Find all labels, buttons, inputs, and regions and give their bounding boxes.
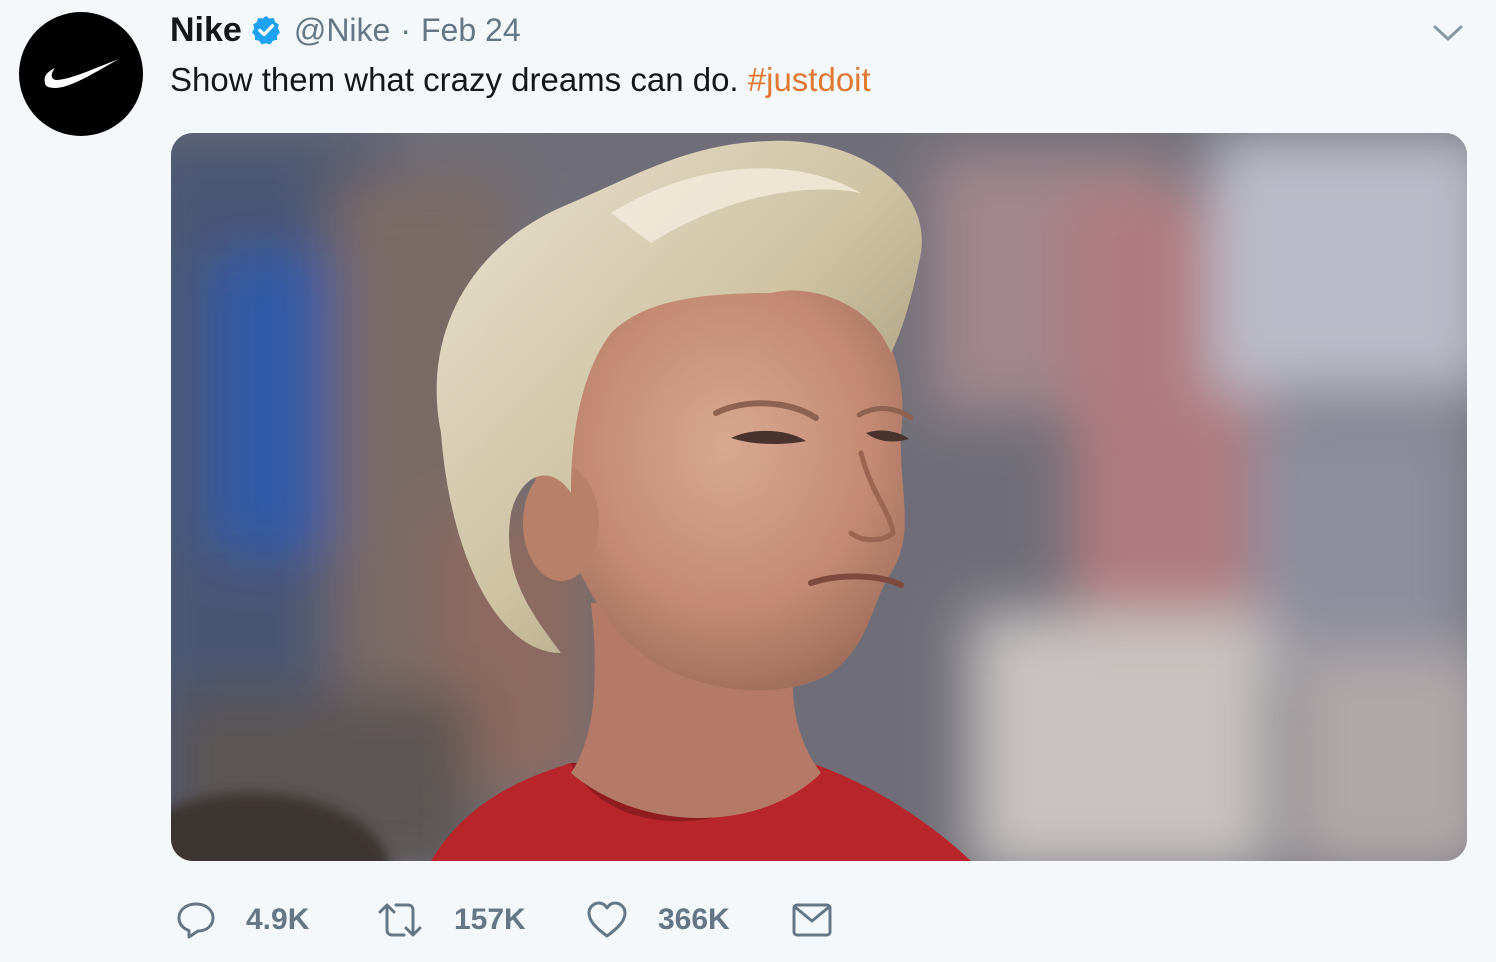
athlete-photo <box>171 133 1467 861</box>
tweet-actions: 4.9K 157K 366K <box>176 896 833 944</box>
tweet-timestamp[interactable]: Feb 24 <box>421 12 521 49</box>
tweet-card: Nike @Nike · Feb 24 Show them what crazy… <box>0 0 1496 962</box>
like-count: 366K <box>658 903 730 936</box>
retweet-icon <box>378 903 422 937</box>
hashtag-link[interactable]: #justdoit <box>748 61 871 98</box>
chevron-down-icon <box>1433 25 1463 41</box>
envelope-icon <box>792 903 832 937</box>
reply-icon <box>177 902 215 939</box>
reply-count: 4.9K <box>246 903 310 936</box>
retweet-button[interactable]: 157K <box>376 900 586 940</box>
tweet-menu-button[interactable] <box>1430 18 1466 48</box>
tweet-body: Show them what crazy dreams can do. <box>170 61 748 98</box>
reply-button[interactable]: 4.9K <box>176 900 376 940</box>
heart-icon <box>587 901 627 938</box>
direct-message-button[interactable] <box>791 902 833 938</box>
like-button[interactable]: 366K <box>586 900 791 940</box>
nike-swoosh-icon <box>44 59 119 88</box>
display-name[interactable]: Nike <box>170 11 242 50</box>
user-handle[interactable]: @Nike <box>294 12 391 49</box>
retweet-count: 157K <box>454 903 526 936</box>
avatar[interactable] <box>19 12 143 136</box>
verified-badge-icon <box>250 14 282 46</box>
tweet-header: Nike @Nike · Feb 24 <box>170 8 521 52</box>
tweet-text: Show them what crazy dreams can do. #jus… <box>170 56 871 104</box>
separator-dot: · <box>400 11 411 48</box>
tweet-media-photo[interactable] <box>171 133 1467 861</box>
